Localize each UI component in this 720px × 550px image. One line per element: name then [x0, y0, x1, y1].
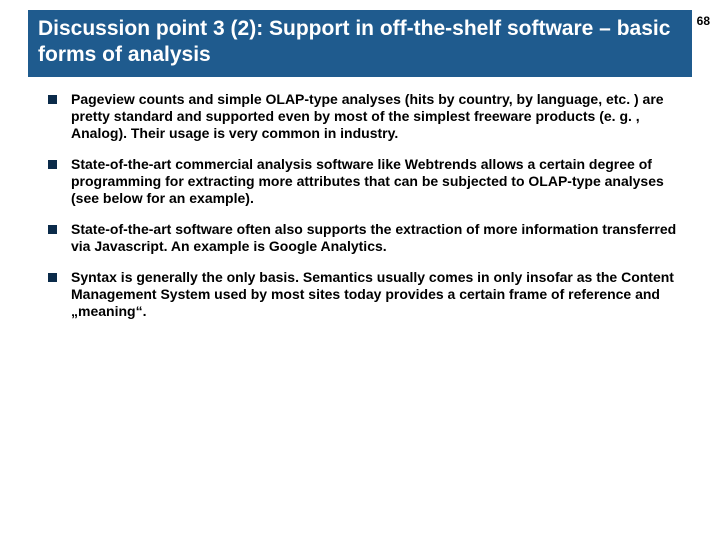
list-item: State-of-the-art software often also sup…	[48, 221, 680, 255]
bullet-text: Syntax is generally the only basis. Sema…	[71, 269, 680, 320]
bullet-square-icon	[48, 273, 57, 282]
bullet-text: State-of-the-art software often also sup…	[71, 221, 680, 255]
bullet-square-icon	[48, 225, 57, 234]
bullet-text: State-of-the-art commercial analysis sof…	[71, 156, 680, 207]
bullet-square-icon	[48, 95, 57, 104]
list-item: Syntax is generally the only basis. Sema…	[48, 269, 680, 320]
list-item: Pageview counts and simple OLAP-type ana…	[48, 91, 680, 142]
list-item: State-of-the-art commercial analysis sof…	[48, 156, 680, 207]
slide-title: Discussion point 3 (2): Support in off-t…	[38, 16, 682, 69]
bullet-square-icon	[48, 160, 57, 169]
title-bar: Discussion point 3 (2): Support in off-t…	[28, 10, 692, 77]
slide: 68 Discussion point 3 (2): Support in of…	[0, 10, 720, 550]
bullet-list: Pageview counts and simple OLAP-type ana…	[48, 91, 680, 321]
page-number: 68	[697, 14, 710, 28]
bullet-text: Pageview counts and simple OLAP-type ana…	[71, 91, 680, 142]
